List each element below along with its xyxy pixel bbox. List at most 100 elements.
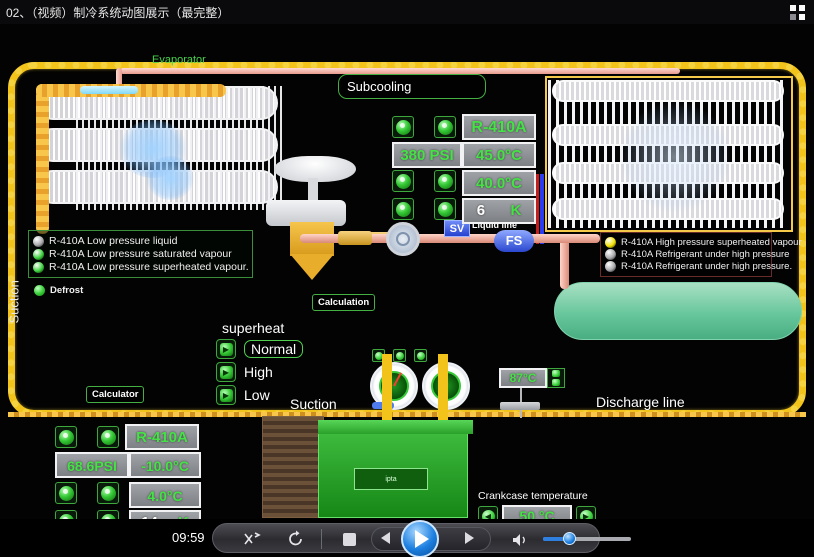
volume-slider[interactable] — [543, 532, 631, 545]
calculation-button[interactable]: Calculation — [312, 294, 376, 311]
compressor: ipta — [262, 416, 492, 519]
grid-cell — [799, 14, 805, 20]
led-bulb — [395, 201, 411, 217]
legend-item: R-410A High pressure superheated vapour — [605, 237, 802, 248]
decrease-pressure-button[interactable] — [434, 116, 456, 138]
legend-item: R-410A Refrigerant under high pressure. — [605, 261, 792, 272]
suction-pressure-readout: 68.6PSI — [55, 452, 129, 478]
legend-low-pressure: R-410A Low pressure liquid R-410A Low pr… — [28, 230, 253, 278]
liquid-line-fitting — [338, 231, 372, 245]
superheat-unit: K — [178, 511, 189, 519]
compressor-valve-plate — [318, 420, 473, 434]
legend-label: R-410A Low pressure superheated vapour. — [49, 261, 249, 273]
legend-label: R-410A Refrigerant under high pressure. — [621, 261, 793, 272]
discharge-temp-panel: 87°C — [499, 368, 565, 388]
gauge-led-button[interactable] — [414, 349, 427, 362]
led-bulb — [395, 173, 411, 189]
refrigerant-readout: R-410A — [462, 114, 536, 140]
subcooling-label[interactable]: Subcooling — [338, 74, 486, 99]
grid-squares-icon[interactable] — [790, 5, 806, 21]
decrease-button[interactable] — [552, 379, 560, 386]
superheat-selector: superheat ▶ Normal ▶ High ▶ Low — [216, 320, 346, 408]
high-pressure-readout: 380 PSI — [392, 142, 462, 168]
increase-subcool-button[interactable] — [392, 198, 414, 220]
increase-suction-temp-button[interactable] — [55, 482, 77, 504]
sight-glass — [386, 222, 420, 256]
superheat-option-label: Normal — [244, 340, 304, 358]
legend-high-pressure: R-410A High pressure superheated vapour … — [600, 232, 802, 277]
superheat-title: superheat — [222, 320, 285, 336]
loop-icon[interactable] — [287, 530, 305, 548]
crankcase-title: Crankcase temperature — [478, 490, 588, 502]
shuffle-icon[interactable] — [243, 530, 261, 548]
led-bulb — [437, 173, 453, 189]
legend-label: R-410A High pressure superheated vapour — [621, 237, 802, 248]
suction-line-label: Suction — [290, 396, 337, 412]
increase-superheat-button[interactable] — [55, 510, 77, 519]
decrease-subcool-button[interactable] — [434, 198, 456, 220]
low-side-readout-panel: R-410A 68.6PSI -10.0°C 4.0°C 14 K — [55, 424, 205, 519]
legend-color-swatch — [34, 285, 45, 296]
compressor-nameplate: ipta — [354, 468, 428, 490]
volume-icon[interactable] — [511, 532, 529, 548]
play-icon[interactable]: ▶ — [216, 385, 236, 405]
subcooling-unit: K — [510, 202, 522, 219]
play-icon[interactable]: ▶ — [216, 339, 236, 359]
decrease-superheat-button[interactable] — [97, 510, 119, 519]
crankcase-increase-button[interactable]: ▶ — [576, 506, 596, 519]
volume-slider-handle[interactable] — [563, 532, 577, 545]
legend-item: Defrost — [34, 285, 83, 296]
legend-item: R-410A Low pressure superheated vapour. — [33, 261, 249, 273]
discharge-temp-adjust-buttons[interactable] — [547, 368, 565, 388]
evaporator-inlet-pipe — [36, 84, 49, 234]
gauge-led-group — [372, 349, 427, 362]
rewind-icon[interactable] — [381, 532, 390, 544]
condenser-fan — [620, 102, 730, 212]
page-title: 02、（视频）制冷系统动图展示（最完整） — [6, 5, 230, 20]
decrease-suction-pressure-button[interactable] — [97, 426, 119, 448]
compressor-motor-housing — [262, 416, 324, 518]
crankcase-decrease-button[interactable]: ◀ — [478, 506, 498, 519]
subcooling-value: 6 — [476, 202, 486, 219]
superheat-option-label: High — [244, 364, 273, 380]
liquid-temp-readout: 40.0°C — [462, 170, 536, 196]
refrigerant-readout: R-410A — [125, 424, 199, 450]
superheat-option-normal[interactable]: ▶ Normal — [216, 339, 346, 359]
play-icon[interactable]: ▶ — [216, 362, 236, 382]
legend-item: R-410A Refrigerant under high pressure — [605, 249, 789, 260]
increase-pressure-button[interactable] — [392, 116, 414, 138]
suction-temp-readout: 4.0°C — [129, 482, 201, 508]
legend-color-swatch — [605, 261, 616, 272]
increase-suction-pressure-button[interactable] — [55, 426, 77, 448]
video-player-window: 02、（视频）制冷系统动图展示（最完整） Evaporator SV Liqui… — [0, 0, 814, 557]
sensor-clamp — [500, 402, 540, 410]
led-bulb — [58, 429, 74, 445]
player-controls-bar: 09:59 — [0, 519, 814, 557]
evaporator-label: Evaporator — [152, 54, 206, 66]
led-bulb — [395, 119, 411, 135]
refrigeration-diagram: Evaporator SV Liquid line FS Subcooling … — [0, 24, 814, 519]
crankcase-temp-readout: 50 °C — [502, 505, 572, 519]
led-bulb — [100, 429, 116, 445]
superheat-option-label: Low — [244, 387, 270, 403]
play-icon[interactable] — [401, 520, 439, 557]
liquid-receiver-tank — [554, 282, 802, 340]
calculator-button[interactable]: Calculator — [86, 386, 145, 403]
grid-cell — [799, 5, 805, 11]
compressor-suction-riser — [382, 354, 392, 422]
decrease-suction-temp-button[interactable] — [97, 482, 119, 504]
frost-patch — [146, 156, 194, 200]
increase-button[interactable] — [552, 370, 560, 377]
gauge-led-button[interactable] — [393, 349, 406, 362]
legend-label: R-410A Low pressure liquid — [49, 235, 178, 247]
fast-forward-icon[interactable] — [465, 532, 474, 544]
stop-icon[interactable] — [343, 533, 356, 546]
valve-outlet-cone — [290, 254, 334, 280]
decrease-temp-button[interactable] — [434, 170, 456, 192]
crankcase-temperature-control: Crankcase temperature ◀ 50 °C ▶ — [478, 490, 596, 519]
superheat-option-high[interactable]: ▶ High — [216, 362, 346, 382]
legend-defrost: Defrost — [30, 281, 87, 300]
increase-temp-button[interactable] — [392, 170, 414, 192]
grid-cell — [790, 5, 796, 11]
legend-label: R-410A Refrigerant under high pressure — [621, 249, 790, 260]
